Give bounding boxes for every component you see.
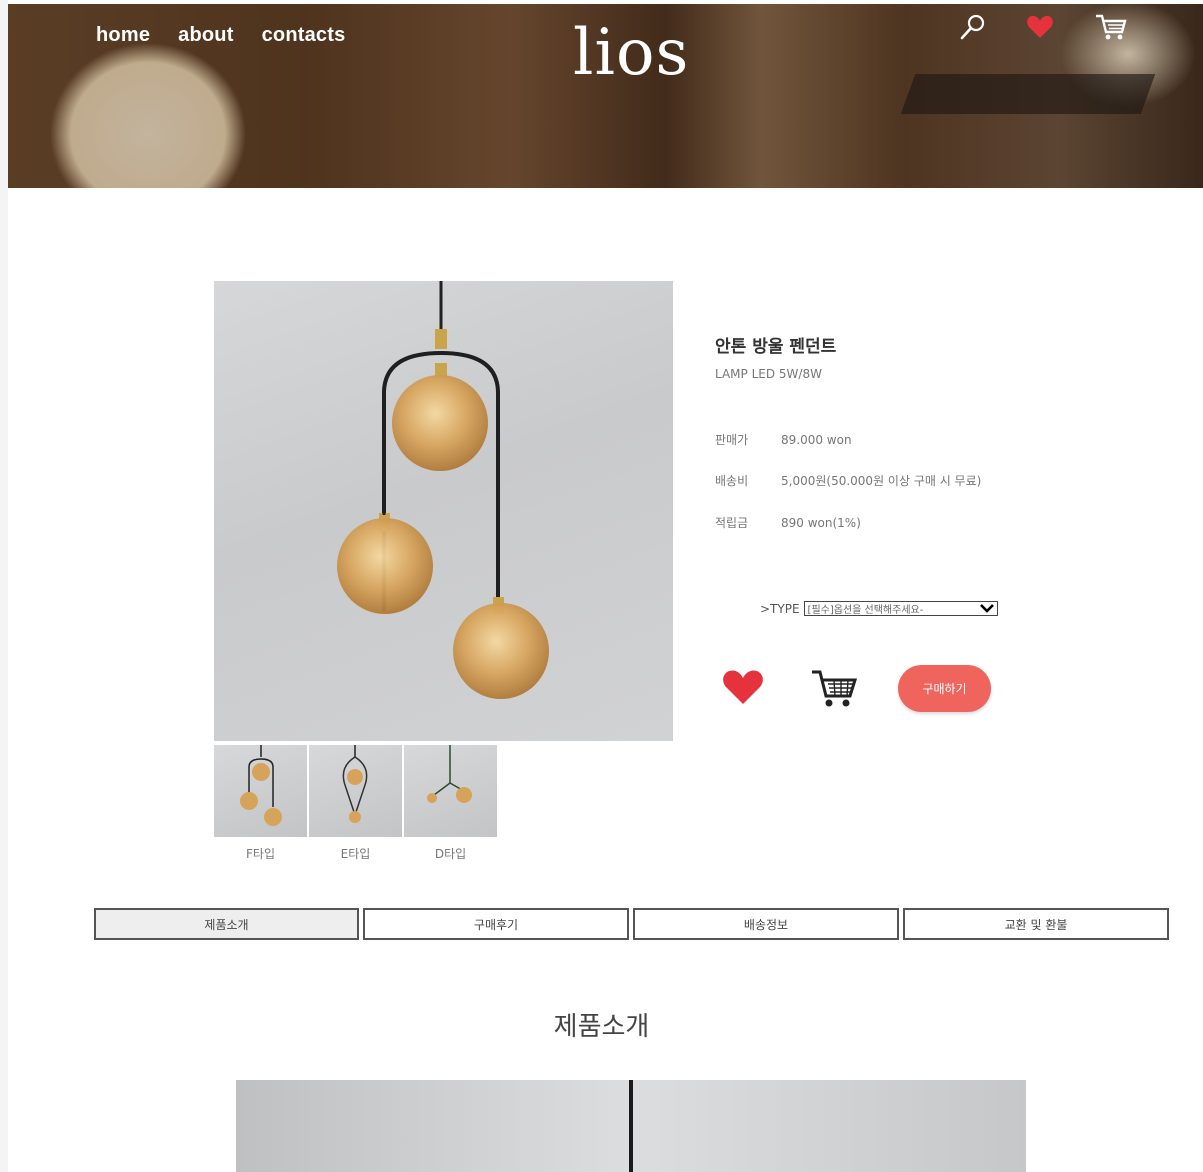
buy-now-button[interactable]: 구매하기 xyxy=(898,665,991,712)
spec-value: 89.000 won xyxy=(781,433,852,447)
section-title: 제품소개 xyxy=(553,1012,650,1042)
pendant-d-illustration xyxy=(427,745,472,803)
thumbnail-label: D타입 xyxy=(434,847,467,861)
pendant-e-illustration xyxy=(342,745,368,823)
wishlist-heart-icon[interactable] xyxy=(722,668,764,706)
thumbnail-e-type[interactable]: E타입 xyxy=(309,745,402,862)
thumbnail-label: F타입 xyxy=(246,847,275,861)
pendant-lamp-illustration xyxy=(337,281,549,699)
cart-icon[interactable] xyxy=(1094,12,1128,42)
detail-tabs: 제품소개 구매후기 배송정보 교환 및 환불 xyxy=(94,908,1169,940)
thumbnail-image[interactable] xyxy=(404,745,497,837)
header-banner: home about contacts lios xyxy=(8,4,1203,188)
site-logo[interactable]: lios xyxy=(573,16,689,90)
tab-reviews[interactable]: 구매후기 xyxy=(363,908,629,940)
product-name: 안톤 방울 펜던트 xyxy=(715,337,837,357)
thumbnail-d-type[interactable]: D타입 xyxy=(404,745,497,862)
spec-label: 적립금 xyxy=(715,516,749,530)
tab-exchange-refund[interactable]: 교환 및 환불 xyxy=(903,908,1169,940)
chevron-down-icon xyxy=(979,604,994,613)
spec-value: 890 won(1%) xyxy=(781,516,861,530)
spec-points: 적립금 890 won(1%) xyxy=(715,514,861,531)
spec-price: 판매가 89.000 won xyxy=(715,431,852,448)
product-main-image[interactable] xyxy=(214,281,673,741)
type-option-row: >TYPE [필수]옵션을 선택해주세요- xyxy=(760,601,998,616)
spec-value: 5,000원(50.000원 이상 구매 시 무료) xyxy=(781,474,982,488)
top-nav: home about contacts xyxy=(96,24,345,47)
add-to-cart-icon[interactable] xyxy=(810,668,858,710)
thumbnail-image[interactable] xyxy=(309,745,402,837)
search-icon[interactable] xyxy=(958,12,988,42)
type-select-value: [필수]옵션을 선택해주세요- xyxy=(807,605,924,616)
thumbnail-label: E타입 xyxy=(340,847,371,861)
pendant-f-illustration xyxy=(240,745,282,826)
nav-about[interactable]: about xyxy=(178,24,233,47)
nav-home[interactable]: home xyxy=(96,24,150,47)
banner-table-decoration xyxy=(900,74,1156,114)
type-select[interactable]: [필수]옵션을 선택해주세요- xyxy=(803,601,998,616)
nav-contacts[interactable]: contacts xyxy=(262,24,346,47)
tab-product-intro[interactable]: 제품소개 xyxy=(94,908,359,940)
thumbnail-image[interactable] xyxy=(214,745,307,837)
heart-icon[interactable] xyxy=(1026,14,1054,40)
lamp-cord xyxy=(629,1080,633,1172)
product-thumbnails: F타입 E타입 D타입 xyxy=(214,745,497,862)
thumbnail-f-type[interactable]: F타입 xyxy=(214,745,307,862)
type-label: >TYPE xyxy=(760,601,800,616)
product-detail-image xyxy=(236,1080,1026,1172)
spec-label: 배송비 xyxy=(715,474,749,488)
spec-label: 판매가 xyxy=(715,433,749,447)
tab-shipping-info[interactable]: 배송정보 xyxy=(633,908,899,940)
spec-shipping: 배송비 5,000원(50.000원 이상 구매 시 무료) xyxy=(715,472,981,489)
product-subtitle: LAMP LED 5W/8W xyxy=(715,367,822,381)
product-info: 안톤 방울 펜던트 LAMP LED 5W/8W xyxy=(715,332,1075,381)
